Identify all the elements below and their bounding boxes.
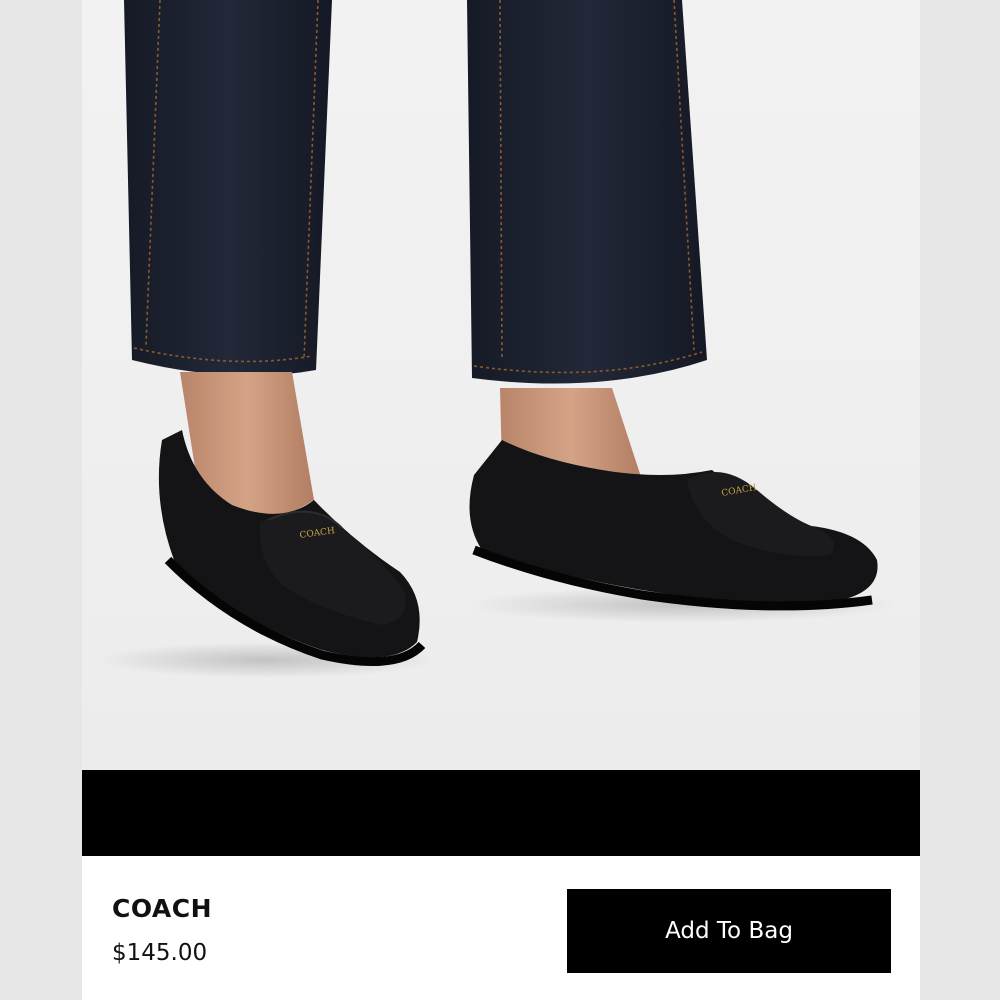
product-price: $145.00 xyxy=(112,940,208,966)
brand-name: COACH xyxy=(112,894,213,923)
left-trouser-leg xyxy=(124,0,332,376)
product-image[interactable]: COACH COACH xyxy=(82,0,920,770)
right-loafer: COACH xyxy=(469,440,878,611)
left-margin xyxy=(0,0,82,1000)
add-to-bag-button[interactable]: Add To Bag xyxy=(567,889,891,973)
product-page: COACH COACH COACH $145.00 Add To Bag xyxy=(0,0,1000,1000)
image-caption-band xyxy=(82,770,920,856)
right-margin xyxy=(920,0,1000,1000)
product-info-bar: COACH $145.00 Add To Bag xyxy=(82,856,920,1000)
right-trouser-leg xyxy=(467,0,707,384)
